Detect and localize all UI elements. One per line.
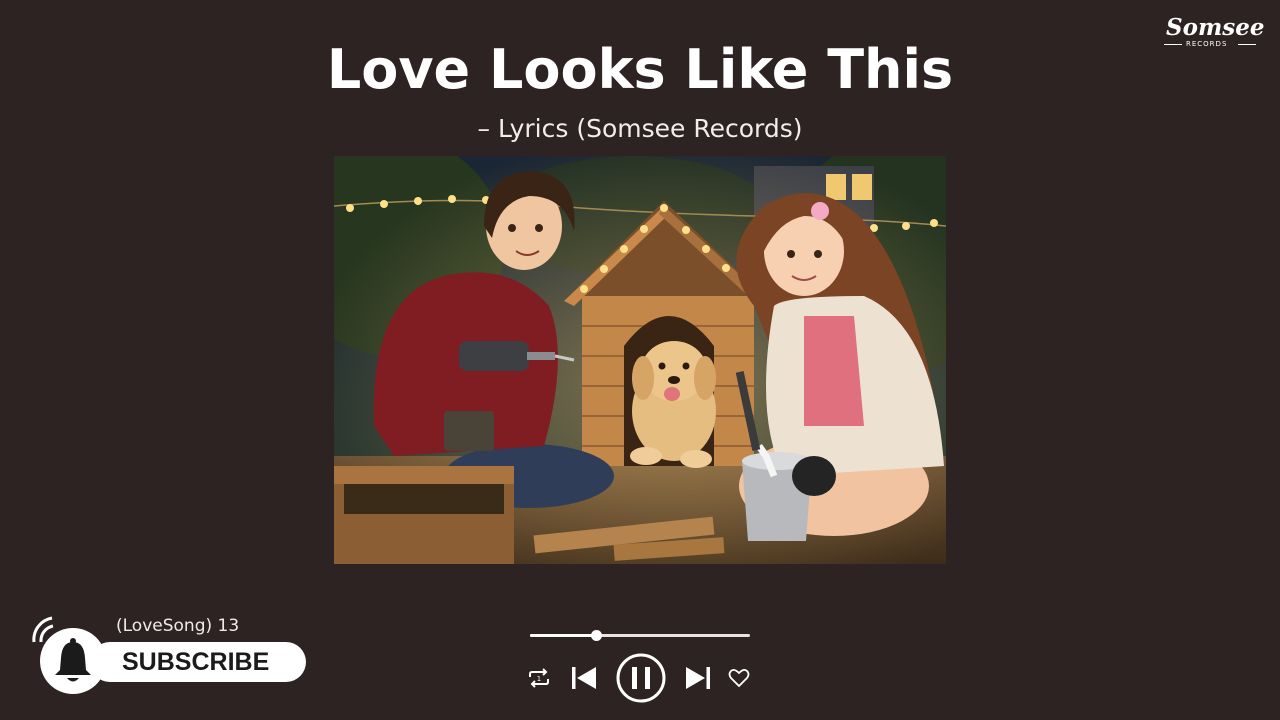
logo-tagline: RECORDS — [1186, 40, 1228, 48]
page-title: Love Looks Like This — [326, 38, 954, 101]
bell-button[interactable] — [40, 628, 106, 694]
repeat-icon[interactable]: 1 — [527, 667, 551, 689]
progress-knob[interactable] — [591, 630, 602, 641]
heart-icon[interactable] — [728, 668, 750, 688]
playlist-tag: (LoveSong) 13 — [116, 616, 240, 636]
subscribe-button[interactable]: SUBSCRIBE — [90, 642, 306, 682]
logo-divider-left — [1164, 44, 1182, 45]
progress-bar[interactable] — [530, 630, 750, 641]
svg-text:1: 1 — [537, 675, 541, 683]
bell-icon — [55, 638, 91, 682]
pause-icon[interactable] — [615, 652, 667, 704]
logo-divider-right — [1238, 44, 1256, 45]
next-icon[interactable] — [684, 664, 712, 692]
artwork-illustration — [334, 156, 946, 564]
progress-fill — [530, 634, 596, 637]
album-artwork — [334, 156, 946, 564]
somsee-logo: Somsee RECORDS — [1160, 14, 1265, 50]
logo-wordmark: Somsee — [1166, 14, 1265, 41]
page-subtitle: – Lyrics (Somsee Records) — [477, 114, 803, 143]
previous-icon[interactable] — [570, 664, 598, 692]
subscribe-label: SUBSCRIBE — [122, 648, 270, 676]
